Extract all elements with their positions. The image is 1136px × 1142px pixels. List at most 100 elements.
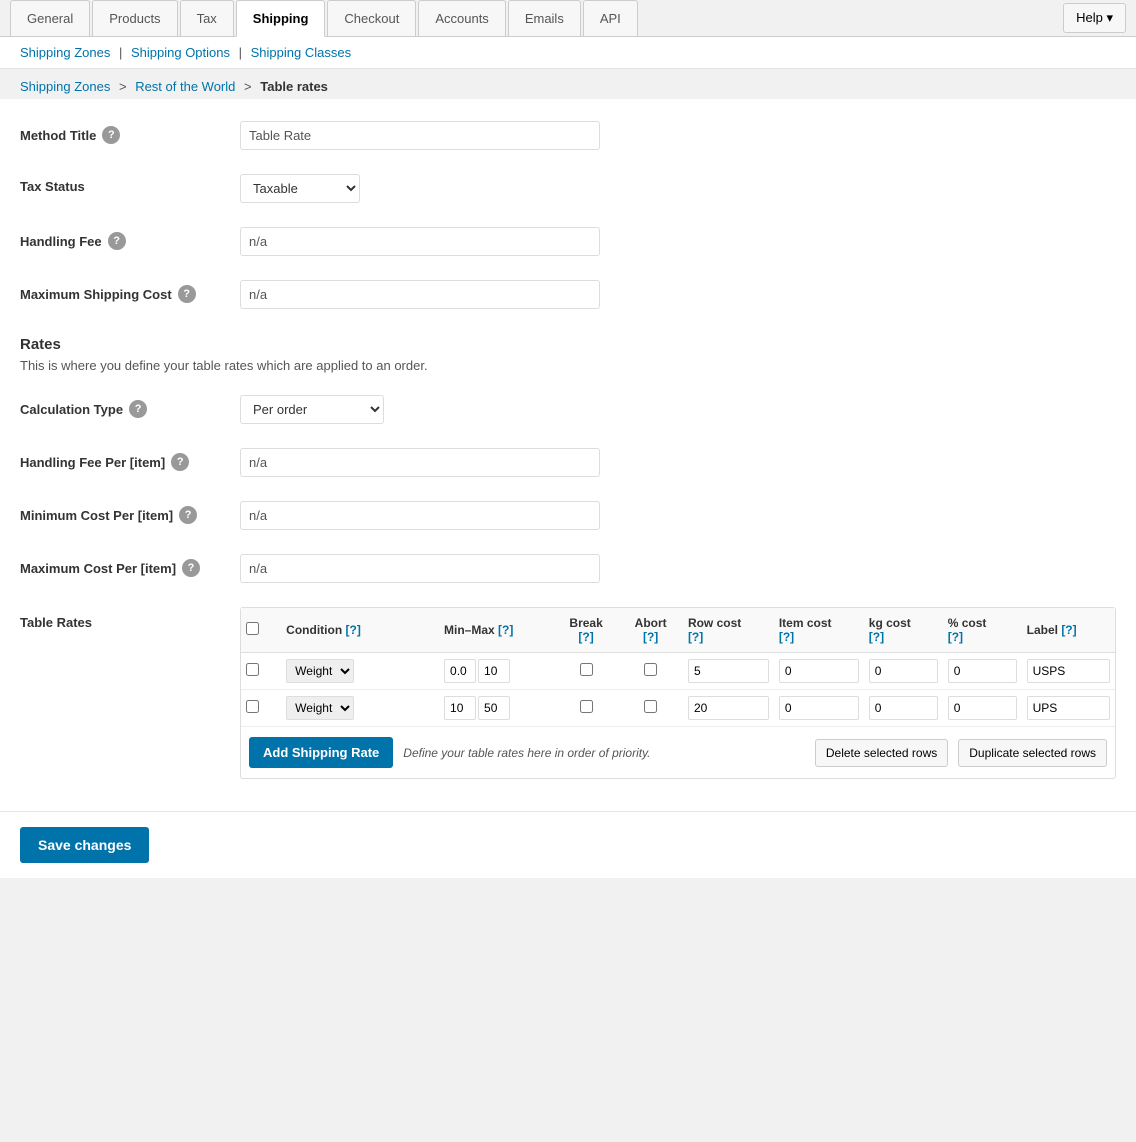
row-checkbox-1[interactable] (246, 700, 259, 713)
tab-emails[interactable]: Emails (508, 0, 581, 36)
handling-fee-per-item-help-icon[interactable]: ? (171, 453, 189, 471)
tab-general[interactable]: General (10, 0, 90, 36)
max-cost-per-item-help-icon[interactable]: ? (182, 559, 200, 577)
subnav-shipping-classes[interactable]: Shipping Classes (251, 45, 351, 60)
max-cost-per-item-label: Maximum Cost Per [item] ? (20, 554, 240, 577)
max-cost-per-item-field (240, 554, 1116, 583)
max-shipping-cost-input[interactable] (240, 280, 600, 309)
max-cost-per-item-input[interactable] (240, 554, 600, 583)
col-pct-cost-header: % cost [?] (943, 608, 1022, 653)
row-cost-help-link[interactable]: [?] (688, 630, 703, 644)
row-min-input-0[interactable] (444, 659, 476, 683)
tab-checkout[interactable]: Checkout (327, 0, 416, 36)
col-break-header: Break [?] (554, 608, 619, 653)
save-changes-button[interactable]: Save changes (20, 827, 149, 863)
handling-fee-per-item-input[interactable] (240, 448, 600, 477)
col-kg-cost-header: kg cost [?] (864, 608, 943, 653)
handling-fee-per-item-row: Handling Fee Per [item] ? (20, 436, 1116, 489)
row-condition-select-0[interactable]: Weight Price Item (286, 659, 354, 683)
tax-status-row: Tax Status Taxable None (20, 162, 1116, 215)
row-checkbox-0[interactable] (246, 663, 259, 676)
delete-selected-rows-button[interactable]: Delete selected rows (815, 739, 948, 767)
max-cost-per-item-row: Maximum Cost Per [item] ? (20, 542, 1116, 595)
item-cost-input-0[interactable] (779, 659, 859, 683)
label-help-link[interactable]: [?] (1061, 623, 1076, 637)
footer-note: Define your table rates here in order of… (403, 746, 805, 760)
tab-accounts[interactable]: Accounts (418, 0, 505, 36)
row-cost-input-1[interactable] (688, 696, 769, 720)
top-navigation: General Products Tax Shipping Checkout A… (0, 0, 1136, 37)
tab-products[interactable]: Products (92, 0, 177, 36)
item-cost-input-1[interactable] (779, 696, 859, 720)
col-row-cost-header: Row cost [?] (683, 608, 774, 653)
form-wrap: Method Title ? Tax Status Taxable None H… (0, 99, 1136, 811)
pct-cost-input-0[interactable] (948, 659, 1017, 683)
min-cost-per-item-input[interactable] (240, 501, 600, 530)
calculation-type-help-icon[interactable]: ? (129, 400, 147, 418)
row-cost-input-0[interactable] (688, 659, 769, 683)
method-title-row: Method Title ? (20, 109, 1116, 162)
kg-cost-help-link[interactable]: [?] (869, 630, 884, 644)
handling-fee-field (240, 227, 1116, 256)
rates-footer: Add Shipping Rate Define your table rate… (241, 727, 1115, 778)
tab-api[interactable]: API (583, 0, 638, 36)
help-button[interactable]: Help ▾ (1063, 3, 1126, 33)
row-abort-checkbox-0[interactable] (644, 663, 657, 676)
condition-help-link[interactable]: [?] (346, 623, 361, 637)
label-input-1[interactable] (1027, 696, 1110, 720)
max-shipping-cost-field (240, 280, 1116, 309)
breadcrumb-world-link[interactable]: Rest of the World (135, 79, 235, 94)
table-rates-wrap: Condition [?] Min–Max [?] Break [?] Ab (240, 607, 1116, 779)
handling-fee-input[interactable] (240, 227, 600, 256)
calculation-type-select[interactable]: Per order Per item Per line item Per shi… (240, 395, 384, 424)
handling-fee-label: Handling Fee ? (20, 227, 240, 250)
max-shipping-cost-label: Maximum Shipping Cost ? (20, 280, 240, 303)
table-rates-row: Table Rates Condition [?] Min–Max [?] (20, 595, 1116, 791)
max-shipping-cost-row: Maximum Shipping Cost ? (20, 268, 1116, 321)
max-shipping-cost-help-icon[interactable]: ? (178, 285, 196, 303)
rates-table: Condition [?] Min–Max [?] Break [?] Ab (241, 608, 1115, 727)
col-condition-header: Condition [?] (281, 608, 439, 653)
row-min-input-1[interactable] (444, 696, 476, 720)
row-abort-checkbox-1[interactable] (644, 700, 657, 713)
minmax-help-link[interactable]: [?] (498, 623, 513, 637)
row-condition-select-1[interactable]: Weight Price Item (286, 696, 354, 720)
col-label-header: Label [?] (1022, 608, 1115, 653)
method-title-field (240, 121, 1116, 150)
subnav-shipping-zones[interactable]: Shipping Zones (20, 45, 110, 60)
tax-status-select[interactable]: Taxable None (240, 174, 360, 203)
row-break-checkbox-1[interactable] (580, 700, 593, 713)
min-cost-per-item-help-icon[interactable]: ? (179, 506, 197, 524)
col-abort-header: Abort [?] (618, 608, 683, 653)
col-minmax-header: Min–Max [?] (439, 608, 554, 653)
table-rates-label: Table Rates (20, 607, 240, 630)
kg-cost-input-0[interactable] (869, 659, 938, 683)
row-max-input-1[interactable] (478, 696, 510, 720)
row-break-checkbox-0[interactable] (580, 663, 593, 676)
min-cost-per-item-field (240, 501, 1116, 530)
duplicate-selected-rows-button[interactable]: Duplicate selected rows (958, 739, 1107, 767)
breadcrumb-zones-link[interactable]: Shipping Zones (20, 79, 110, 94)
tab-tax[interactable]: Tax (180, 0, 234, 36)
break-help-link[interactable]: [?] (578, 630, 593, 644)
pct-cost-input-1[interactable] (948, 696, 1017, 720)
abort-help-link[interactable]: [?] (643, 630, 658, 644)
min-cost-per-item-label: Minimum Cost Per [item] ? (20, 501, 240, 524)
handling-fee-help-icon[interactable]: ? (108, 232, 126, 250)
select-all-checkbox[interactable] (246, 622, 259, 635)
calculation-type-field: Per order Per item Per line item Per shi… (240, 395, 1116, 424)
label-input-0[interactable] (1027, 659, 1110, 683)
method-title-help-icon[interactable]: ? (102, 126, 120, 144)
method-title-input[interactable] (240, 121, 600, 150)
add-shipping-rate-button[interactable]: Add Shipping Rate (249, 737, 393, 768)
kg-cost-input-1[interactable] (869, 696, 938, 720)
handling-fee-per-item-label: Handling Fee Per [item] ? (20, 448, 240, 471)
pct-cost-help-link[interactable]: [?] (948, 630, 963, 644)
subnav-shipping-options[interactable]: Shipping Options (131, 45, 230, 60)
item-cost-help-link[interactable]: [?] (779, 630, 794, 644)
tab-shipping[interactable]: Shipping (236, 0, 326, 37)
calculation-type-label: Calculation Type ? (20, 395, 240, 418)
tax-status-field: Taxable None (240, 174, 1116, 203)
row-max-input-0[interactable] (478, 659, 510, 683)
handling-fee-row: Handling Fee ? (20, 215, 1116, 268)
